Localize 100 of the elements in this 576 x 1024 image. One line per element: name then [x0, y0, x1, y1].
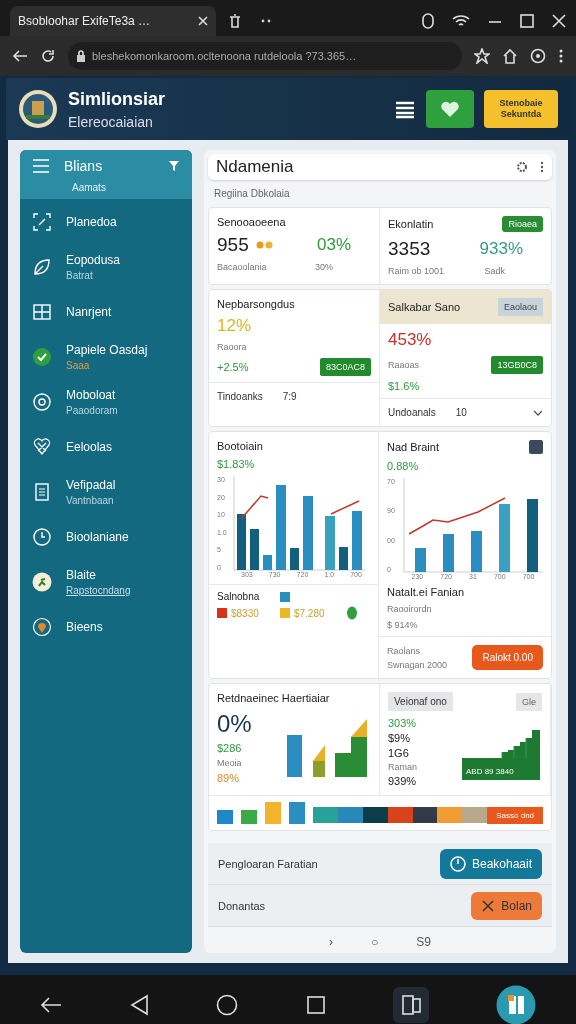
item-label: Planedoa [66, 214, 117, 229]
action-button[interactable]: Bolan [471, 891, 542, 920]
page-title: Ndamenia [216, 157, 295, 177]
summary-line: $9% [388, 732, 412, 744]
card-tag: Eaolaou [497, 298, 543, 316]
action-button[interactable]: Stenobaie Sekuntda [484, 90, 558, 128]
footer-icon[interactable]: › [329, 935, 334, 949]
action-label: Pengloaran Faratian [218, 857, 319, 870]
summary-percent: 89% [217, 772, 241, 784]
trend-caption: Raoora [217, 342, 247, 352]
clock-icon[interactable] [530, 48, 546, 64]
chart-value: 0.88% [387, 460, 420, 472]
sidebar-item[interactable]: Nanrjent [20, 289, 192, 334]
wifi-icon [452, 14, 470, 28]
stat-label: Ekonlatin [388, 218, 434, 230]
square-icon[interactable] [305, 995, 326, 1015]
item-label: Bioolaniane [66, 529, 129, 544]
sidebar-item[interactable]: Moboloat Paaodoram [20, 379, 192, 424]
footer-icon[interactable]: ○ [371, 935, 379, 949]
chart-bar [263, 555, 272, 570]
chart-bar [499, 504, 510, 572]
app-title: Simlionsiar [68, 88, 167, 110]
summary-title: Retdnaeinec Haertiaiar [217, 692, 331, 704]
trend-button[interactable]: 13GB0C8 [491, 356, 543, 374]
summary-line: 1G6 [388, 747, 410, 759]
sidebar-item[interactable]: Vefipadal Vantnbaan [20, 469, 192, 514]
item-link[interactable]: Rapstocndang [66, 584, 131, 596]
item-label: Eeloolas [66, 439, 113, 454]
footer-caption: Swnagan 2000 [387, 659, 449, 670]
action-button[interactable]: Beakohaait [439, 848, 542, 879]
chart-bar [339, 547, 348, 570]
menu-icon[interactable] [32, 158, 50, 174]
chart-bar [250, 529, 259, 570]
note-title: Natalt.ei Fanian [387, 586, 466, 598]
icon-label: Gle [516, 692, 542, 711]
summary-caption: Meoia [217, 758, 243, 768]
footer-icon[interactable]: S9 [416, 935, 431, 949]
check-circle-icon [32, 346, 52, 367]
chevron-down-icon[interactable] [533, 409, 543, 416]
app-icon[interactable] [496, 985, 537, 1024]
chart-bar [237, 514, 246, 570]
summary-amount: $286 [217, 742, 243, 754]
maximize-icon[interactable] [520, 14, 534, 28]
footer-label: Undoanals [388, 407, 436, 418]
trash-icon[interactable] [228, 14, 242, 28]
home-icon[interactable] [502, 48, 518, 64]
sidebar-item[interactable]: Eeloolas [20, 424, 192, 469]
sidebar-item[interactable]: Papiele Oasdaj Saaa [20, 334, 192, 379]
sidebar-item[interactable]: Eopodusa Batrat [20, 244, 192, 289]
star-icon[interactable] [474, 48, 490, 64]
legend-value: $8330 [231, 607, 259, 619]
app-icon[interactable] [392, 987, 429, 1023]
close-icon[interactable] [198, 16, 208, 26]
trend-button[interactable]: 83C0AC8 [319, 358, 371, 376]
sidebar-item[interactable]: Planedoa [20, 199, 192, 244]
summary-line: Raman [388, 762, 417, 772]
sidebar-item[interactable]: Bieens [20, 604, 192, 649]
more-icon[interactable] [558, 48, 564, 64]
address-bar[interactable]: bleshekomonkaroom.ocltenoona rutdeloola ?73.365… [68, 42, 462, 70]
filter-icon[interactable] [168, 160, 180, 172]
triangle-icon[interactable] [129, 994, 149, 1016]
item-label: Bieens [66, 619, 103, 634]
section-label: Regiina Dbkolaia [213, 187, 291, 201]
item-label: Vefipadal [66, 477, 116, 492]
action-button[interactable]: Ralokt 0.00 [472, 645, 543, 670]
stat-caption: Raim ob 1001 [388, 266, 445, 276]
chart-bar [352, 511, 362, 570]
reload-icon[interactable] [40, 48, 56, 64]
grid-icon [32, 301, 52, 322]
trend-change: $1.6% [388, 380, 420, 392]
back-icon[interactable] [39, 996, 62, 1014]
card-label: Salkabar Sano [388, 301, 461, 313]
scan-icon [32, 211, 52, 232]
sidebar-item[interactable]: Bioolaniane [20, 514, 192, 559]
home-circle-icon[interactable] [216, 994, 239, 1016]
heart-button[interactable] [426, 90, 474, 128]
summary-line: 939% [388, 775, 417, 787]
more-icon[interactable] [540, 161, 544, 173]
document-icon [32, 481, 52, 502]
chart-bar [443, 534, 454, 572]
app-subtitle: Elereocaiaian [68, 113, 154, 130]
chart-title: Bootoiain [217, 440, 264, 452]
item-sublabel: Batrat [66, 269, 94, 281]
item-label: Papiele Oasdaj [66, 342, 148, 357]
close-icon[interactable] [552, 14, 566, 28]
heart-icon [440, 100, 460, 118]
chart-title: Nad Braint [387, 441, 439, 453]
stat-percent: 03% [316, 235, 351, 255]
url-text: bleshekomonkaroom.ocltenoona rutdeloola ?73.365… [92, 50, 357, 62]
legend-title: Salnobna [217, 591, 261, 602]
target-icon [32, 391, 52, 412]
trend-value: 12% [217, 316, 253, 336]
back-icon[interactable] [12, 49, 28, 63]
sidebar-item[interactable]: Blaite Rapstocndang [20, 559, 192, 604]
stat-label: Senooaoeena [217, 216, 286, 228]
lock-icon [76, 50, 86, 62]
browser-tab[interactable]: Bsobloohar ExifeTe3a … [10, 6, 216, 36]
item-sublabel: Vantnbaan [66, 494, 115, 506]
item-label: Eopodusa [66, 252, 121, 267]
chart-label: ABD 89 3840 [466, 767, 514, 776]
